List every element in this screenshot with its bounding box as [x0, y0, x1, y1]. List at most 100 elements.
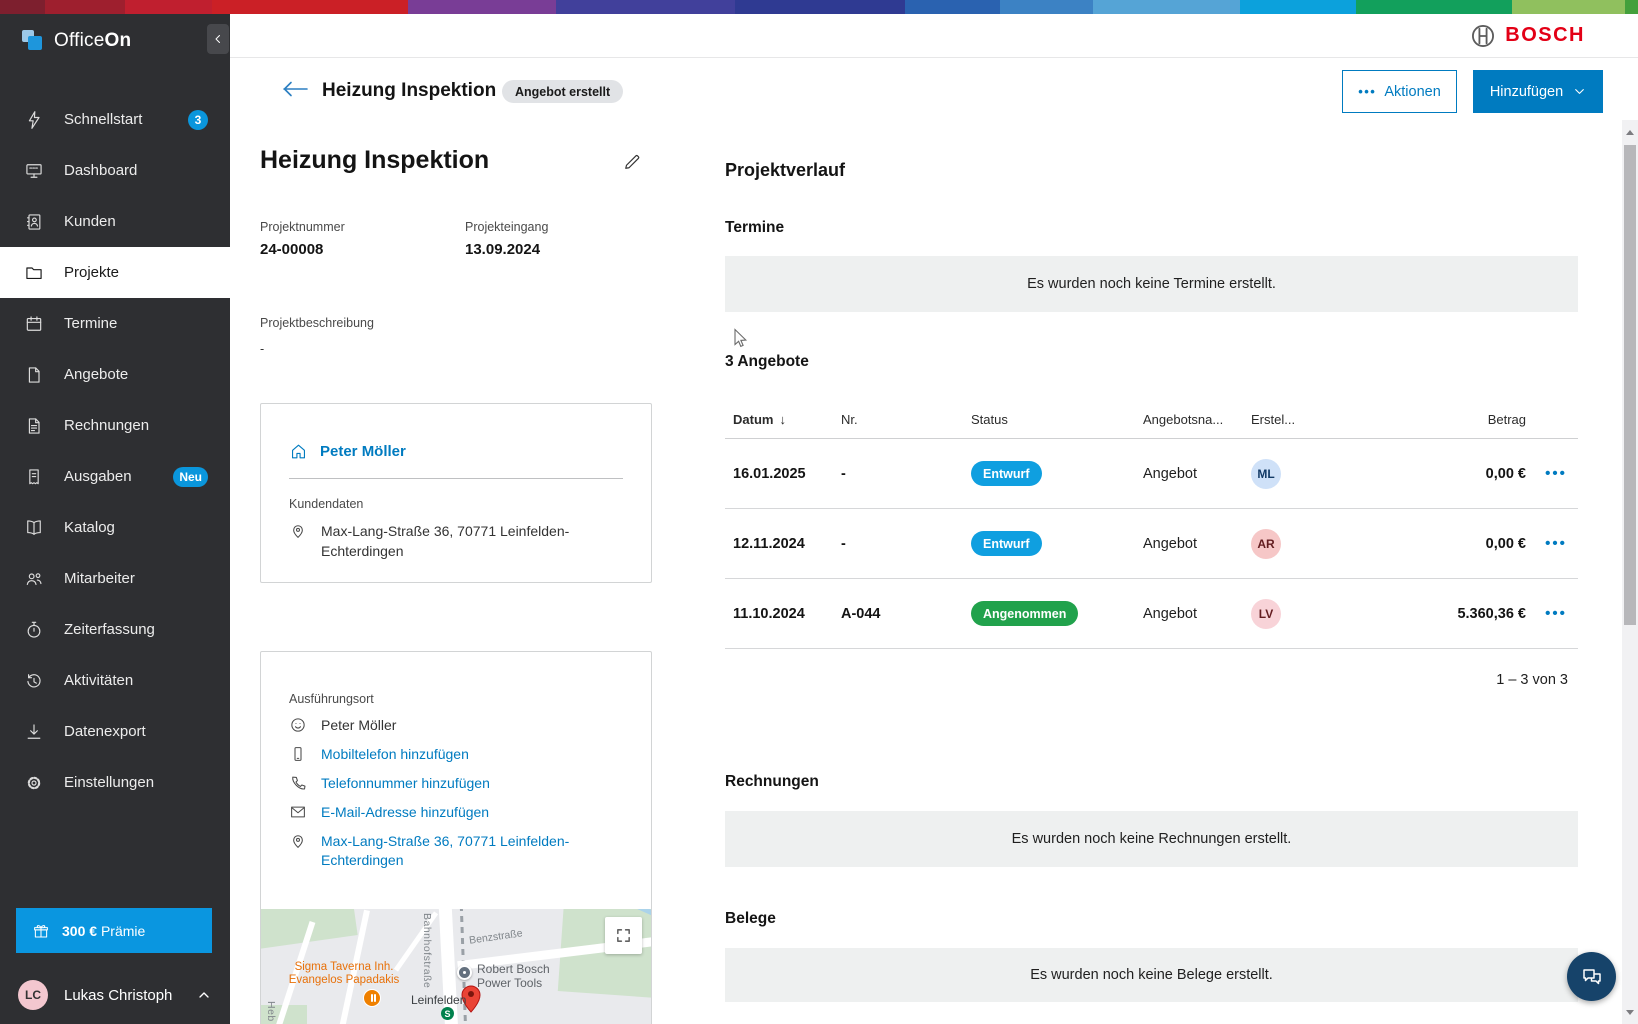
folder-icon — [24, 263, 44, 283]
creator-avatar: LV — [1251, 599, 1281, 629]
sidebar-item-katalog[interactable]: Katalog — [0, 502, 230, 553]
premium-button[interactable]: 300 € Prämie — [16, 908, 212, 953]
back-button[interactable] — [281, 78, 309, 100]
officeon-logo[interactable]: OfficeOn — [22, 30, 131, 52]
map-fullscreen-button[interactable] — [605, 917, 642, 954]
receipt-icon — [24, 467, 44, 487]
bosch-wordmark: BOSCH — [1505, 24, 1585, 47]
termine-empty-state: Es wurden noch keine Termine erstellt. — [725, 256, 1578, 312]
download-icon — [24, 722, 44, 742]
sidebar-item-aktivitaeten[interactable]: Aktivitäten — [0, 655, 230, 706]
column-ersteller[interactable]: Erstel... — [1251, 412, 1359, 427]
project-description-label: Projektbeschreibung — [260, 316, 374, 330]
gift-icon — [32, 922, 50, 940]
map-street-label: Heb — [265, 1001, 277, 1022]
add-email-link[interactable]: E-Mail-Adresse hinzufügen — [289, 803, 623, 822]
project-status-badge: Angebot erstellt — [502, 80, 623, 103]
termine-heading: Termine — [725, 219, 784, 237]
sidebar: OfficeOn Schnellstart 3 Dashboard Kunden — [0, 14, 230, 1024]
scroll-up-arrow[interactable] — [1622, 124, 1638, 140]
rechnungen-heading: Rechnungen — [725, 773, 819, 791]
chat-fab-button[interactable] — [1567, 952, 1616, 1001]
smiley-icon — [289, 716, 307, 734]
add-button[interactable]: Hinzufügen — [1473, 70, 1603, 113]
avatar: LC — [18, 980, 48, 1010]
scroll-down-arrow[interactable] — [1622, 1004, 1638, 1020]
officeon-logo-icon — [22, 30, 44, 52]
angebote-heading: 3 Angebote — [725, 353, 809, 371]
customer-data-label: Kundendaten — [289, 497, 623, 511]
sidebar-item-angebote[interactable]: Angebote — [0, 349, 230, 400]
chevron-up-icon — [196, 987, 212, 1003]
sidebar-item-schnellstart[interactable]: Schnellstart 3 — [0, 94, 230, 145]
officeon-logo-text: OfficeOn — [54, 30, 131, 52]
bosch-poi-marker-icon — [457, 965, 472, 980]
table-header: Datum↓ Nr. Status Angebotsna... Erstel..… — [725, 400, 1578, 439]
chevron-left-icon — [212, 33, 224, 45]
column-nr[interactable]: Nr. — [841, 412, 971, 427]
bosch-logo: BOSCH — [1470, 23, 1585, 49]
page-title: Heizung Inspektion — [322, 80, 496, 102]
customer-card: Peter Möller Kundendaten Max-Lang-Straße… — [260, 403, 652, 583]
scrollbar[interactable] — [1622, 120, 1638, 1024]
row-menu-button[interactable]: ••• — [1526, 605, 1586, 622]
sidebar-item-rechnungen[interactable]: Rechnungen — [0, 400, 230, 451]
edit-pencil-icon[interactable] — [622, 152, 642, 172]
sidebar-item-dashboard[interactable]: Dashboard — [0, 145, 230, 196]
location-address-link[interactable]: Max-Lang-Straße 36, 70771 Leinfelden-Ech… — [289, 832, 623, 870]
sidebar-item-projekte[interactable]: Projekte — [0, 247, 230, 298]
mouse-cursor — [733, 328, 749, 350]
belege-empty-state: Es wurden noch keine Belege erstellt. — [725, 948, 1578, 1002]
sidebar-item-datenexport[interactable]: Datenexport — [0, 706, 230, 757]
column-betrag[interactable]: Betrag — [1359, 412, 1526, 427]
location-pin-icon — [289, 832, 307, 850]
history-icon — [24, 671, 44, 691]
project-title: Heizung Inspektion — [260, 146, 489, 175]
sidebar-collapse-button[interactable] — [207, 24, 229, 54]
project-date-label: Projekteingang — [465, 220, 548, 234]
creator-avatar: AR — [1251, 529, 1281, 559]
chat-bubbles-icon — [1580, 965, 1604, 989]
user-menu[interactable]: LC Lukas Christoph — [0, 972, 230, 1018]
add-mobile-link[interactable]: Mobiltelefon hinzufügen — [289, 745, 623, 764]
table-row[interactable]: 16.01.2025 - Entwurf Angebot ML 0,00 € •… — [725, 439, 1578, 509]
sidebar-item-mitarbeiter[interactable]: Mitarbeiter — [0, 553, 230, 604]
mobile-phone-icon — [289, 745, 307, 763]
calendar-icon — [24, 314, 44, 334]
map[interactable]: Bahnhofstraße Benzstraße Heb Sigma Taver… — [261, 909, 651, 1024]
sidebar-item-termine[interactable]: Termine — [0, 298, 230, 349]
stopwatch-icon — [24, 620, 44, 640]
status-badge: Entwurf — [971, 461, 1042, 486]
officeon-app: OfficeOn Schnellstart 3 Dashboard Kunden — [0, 0, 1638, 1024]
divider — [289, 478, 623, 479]
column-angebotsname[interactable]: Angebotsna... — [1143, 412, 1251, 427]
map-poi-restaurant-label: Sigma Taverna Inh. Evangelos Papadakis — [285, 961, 403, 987]
row-menu-button[interactable]: ••• — [1526, 535, 1586, 552]
scrollbar-thumb[interactable] — [1624, 145, 1636, 625]
status-badge: Angenommen — [971, 601, 1078, 626]
bosch-supergraphic-stripe — [0, 0, 1638, 14]
customer-link[interactable]: Peter Möller — [289, 442, 623, 461]
belege-heading: Belege — [725, 910, 776, 928]
row-menu-button[interactable]: ••• — [1526, 465, 1586, 482]
bosch-armature-icon — [1470, 23, 1496, 49]
actions-button[interactable]: ••• Aktionen — [1342, 70, 1457, 113]
add-phone-link[interactable]: Telefonnummer hinzufügen — [289, 774, 623, 793]
column-status[interactable]: Status — [971, 412, 1143, 427]
map-town-label: Leinfelden — [411, 993, 466, 1007]
sidebar-item-zeiterfassung[interactable]: Zeiterfassung — [0, 604, 230, 655]
premium-label: 300 € Prämie — [62, 923, 145, 939]
sidebar-item-ausgaben[interactable]: Ausgaben Neu — [0, 451, 230, 502]
envelope-icon — [289, 803, 307, 821]
chevron-down-icon — [1573, 85, 1586, 98]
monitor-icon — [24, 161, 44, 181]
neu-badge: Neu — [173, 467, 208, 487]
sidebar-item-kunden[interactable]: Kunden — [0, 196, 230, 247]
sidebar-item-einstellungen[interactable]: Einstellungen — [0, 757, 230, 808]
top-bar: BOSCH — [230, 14, 1638, 58]
ellipsis-icon: ••• — [1358, 84, 1376, 99]
table-row[interactable]: 11.10.2024 A-044 Angenommen Angebot LV 5… — [725, 579, 1578, 649]
column-datum[interactable]: Datum↓ — [733, 412, 841, 427]
user-name: Lukas Christoph — [64, 987, 172, 1004]
table-row[interactable]: 12.11.2024 - Entwurf Angebot AR 0,00 € •… — [725, 509, 1578, 579]
